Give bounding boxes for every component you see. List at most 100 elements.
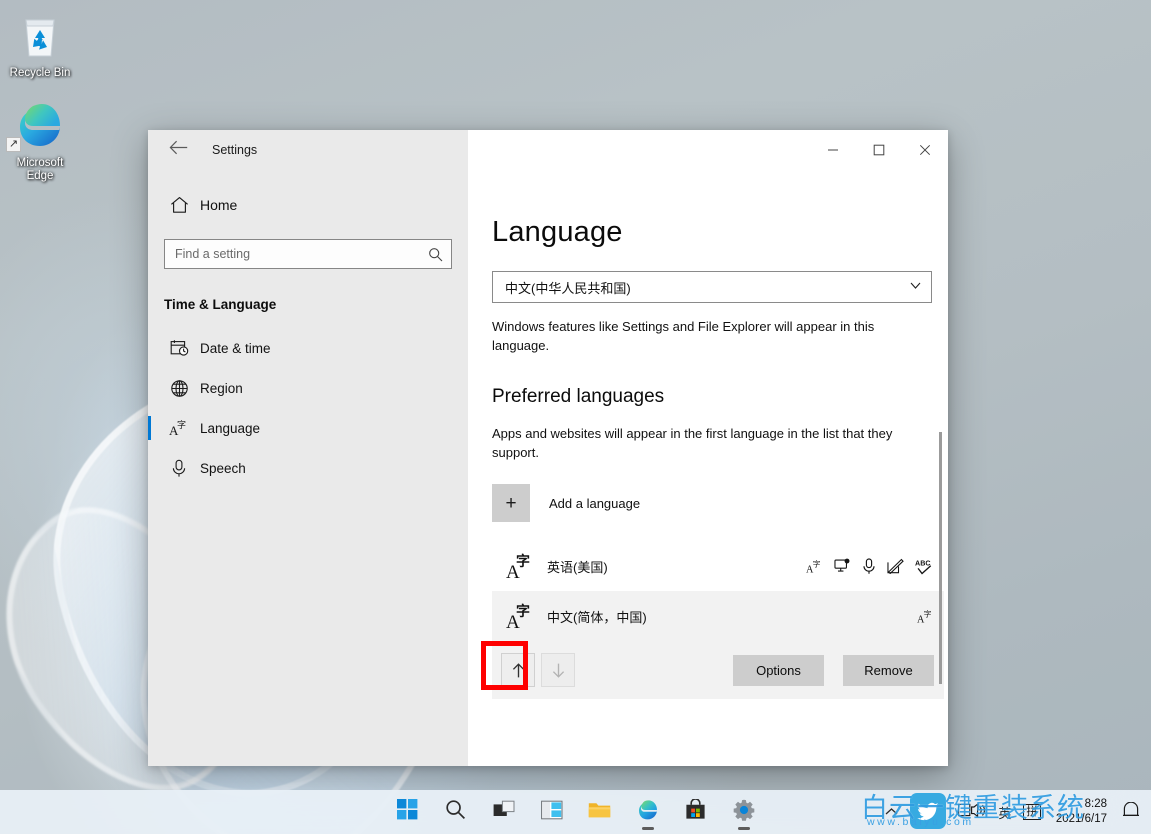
notification-icon [1122,802,1140,823]
move-up-button[interactable] [501,653,535,687]
edge-icon: ↗ [2,98,78,154]
back-arrow-icon [169,140,188,160]
search-input[interactable] [175,247,428,261]
language-pack-icon: A 字 [501,551,539,581]
widgets-button[interactable] [532,792,572,832]
ime-language-label: 英 [998,803,1011,822]
maximize-button[interactable] [856,130,902,170]
svg-text:字: 字 [516,553,530,570]
start-button[interactable] [388,792,428,832]
language-row-chinese[interactable]: A 字 中文(简体，中国) A 字 [492,591,944,641]
desktop-icon-recycle-bin[interactable]: Recycle Bin [2,8,78,80]
home-icon [164,196,194,214]
tray-ime-language[interactable]: 英 [993,795,1016,829]
display-language-dropdown[interactable]: 中文(中华人民共和国) [492,271,932,303]
task-view-icon [493,800,515,825]
back-button[interactable] [156,134,200,166]
page-title: Language [492,216,948,249]
language-name: 中文(简体，中国) [547,607,917,626]
tray-twitter-button[interactable] [905,795,951,829]
display-language-description: Windows features like Settings and File … [492,317,912,355]
content-area: Language 中文(中华人民共和国) Windows features li… [468,170,948,766]
recycle-bin-icon [2,8,78,64]
sidebar-item-language[interactable]: A 字 Language [148,408,468,448]
tray-overflow-button[interactable] [880,795,903,829]
display-language-icon[interactable] [834,558,851,574]
file-explorer-button[interactable] [580,792,620,832]
svg-text:字: 字 [516,603,530,620]
svg-text:字: 字 [177,419,186,431]
desktop-icon-label: Recycle Bin [2,67,78,80]
store-button[interactable] [676,792,716,832]
search-icon[interactable] [428,247,443,262]
sidebar-item-speech[interactable]: Speech [148,448,468,488]
speech-icon[interactable] [862,558,876,575]
network-volume-icon [958,802,986,822]
spellcheck-icon[interactable]: ABC [915,558,934,575]
options-button[interactable]: Options [733,655,824,686]
language-pack-icon[interactable]: A 字 [806,558,823,575]
language-icon: A 字 [164,418,194,438]
window-controls [468,130,948,170]
sidebar-item-label: Language [200,421,260,436]
chevron-up-icon [885,805,898,819]
taskbar[interactable]: 英 拼 8:28 2021/6/17 白云一键重装系统 www.baiyu. [0,790,1151,834]
remove-button[interactable]: Remove [843,655,934,686]
desktop-icon-label: Microsoft Edge [2,157,78,183]
language-feature-icons: A 字 [917,608,934,625]
clock[interactable]: 8:28 2021/6/17 [1048,793,1115,831]
sidebar-item-home[interactable]: Home [164,188,468,222]
twitter-icon [910,793,946,832]
language-feature-icons: A 字 [806,558,934,575]
tray-network-volume-button[interactable] [953,795,991,829]
language-row-english[interactable]: A 字 英语(美国) A 字 [492,541,944,591]
shortcut-arrow-icon: ↗ [6,137,21,152]
settings-button[interactable] [724,792,764,832]
notification-button[interactable] [1117,795,1145,829]
language-pack-icon: A 字 [501,601,539,631]
sidebar-item-label: Home [200,197,237,213]
sidebar-category-title: Time & Language [164,297,468,312]
content-scrollbar[interactable] [939,432,942,684]
taskbar-center-group [388,792,764,832]
language-name: 英语(美国) [547,557,806,576]
plus-icon[interactable]: + [492,484,530,522]
minimize-button[interactable] [810,130,856,170]
system-tray: 英 拼 8:28 2021/6/17 [880,790,1145,834]
desktop-icon-microsoft-edge[interactable]: ↗ Microsoft Edge [2,98,78,183]
store-icon [685,799,706,825]
language-actions-bar: Options Remove [492,641,944,699]
sidebar-item-date-time[interactable]: Date & time [148,328,468,368]
svg-text:ABC: ABC [915,559,931,567]
folder-icon [588,800,611,825]
edge-icon [637,799,659,826]
preferred-languages-list: A 字 英语(美国) A 字 [492,541,944,699]
clock-time: 8:28 [1085,797,1107,812]
sidebar-item-label: Region [200,381,243,396]
language-pack-icon[interactable]: A 字 [917,608,934,625]
desktop[interactable]: Recycle Bin ↗ Microsoft Edge [0,0,1151,834]
calendar-clock-icon [164,339,194,357]
sidebar-item-label: Date & time [200,341,271,356]
chevron-down-icon [910,282,921,293]
sidebar-item-region[interactable]: Region [148,368,468,408]
globe-icon [164,379,194,398]
move-down-button [541,653,575,687]
add-language-row[interactable]: + Add a language [492,484,792,522]
settings-window[interactable]: Settings [148,130,948,766]
search-box[interactable] [164,239,452,269]
sidebar: Home Time & Language [148,170,468,766]
window-titlebar[interactable]: Settings [148,130,948,170]
window-body: Home Time & Language [148,170,948,766]
sidebar-nav-list: Date & time Region [148,328,468,488]
edge-button[interactable] [628,792,668,832]
display-language-value: 中文(中华人民共和国) [505,278,631,297]
windows-logo-icon [397,799,418,825]
task-view-button[interactable] [484,792,524,832]
tray-ime-mode[interactable]: 拼 [1018,795,1046,829]
search-button[interactable] [436,792,476,832]
handwriting-icon[interactable] [887,558,904,574]
close-button[interactable] [902,130,948,170]
search-icon [445,799,466,825]
gear-icon [733,799,755,826]
